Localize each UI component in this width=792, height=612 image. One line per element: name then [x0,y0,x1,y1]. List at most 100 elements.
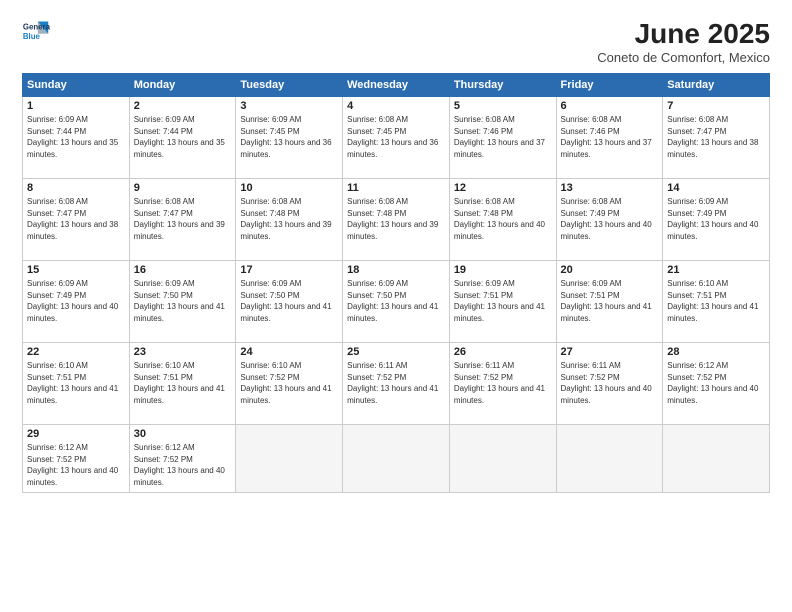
month-title: June 2025 [597,18,770,50]
day-number: 4 [347,100,445,112]
day-info: Sunrise: 6:09 AMSunset: 7:50 PMDaylight:… [134,278,232,324]
calendar-cell [663,425,770,493]
day-info: Sunrise: 6:09 AMSunset: 7:44 PMDaylight:… [134,114,232,160]
calendar-week-row: 29 Sunrise: 6:12 AMSunset: 7:52 PMDayligh… [23,425,770,493]
day-number: 21 [667,264,765,276]
calendar-cell: 12 Sunrise: 6:08 AMSunset: 7:48 PMDayligh… [449,179,556,261]
dow-header: Wednesday [343,74,450,97]
calendar-cell: 17 Sunrise: 6:09 AMSunset: 7:50 PMDayligh… [236,261,343,343]
day-number: 13 [561,182,659,194]
day-info: Sunrise: 6:10 AMSunset: 7:51 PMDaylight:… [27,360,125,406]
calendar-cell: 8Sunrise: 6:08 AMSunset: 7:47 PMDaylight… [23,179,130,261]
day-number: 23 [134,346,232,358]
day-number: 9 [134,182,232,194]
calendar-cell: 22 Sunrise: 6:10 AMSunset: 7:51 PMDayligh… [23,343,130,425]
calendar-cell: 28Sunrise: 6:12 AMSunset: 7:52 PMDayligh… [663,343,770,425]
day-number: 5 [454,100,552,112]
calendar-cell: 21 Sunrise: 6:10 AMSunset: 7:51 PMDayligh… [663,261,770,343]
day-number: 24 [240,346,338,358]
day-number: 1 [27,100,125,112]
day-info: Sunrise: 6:09 AMSunset: 7:49 PMDaylight:… [667,196,765,242]
day-number: 11 [347,182,445,194]
page: General Blue June 2025 Coneto de Comonfo… [0,0,792,612]
day-number: 7 [667,100,765,112]
day-number: 15 [27,264,125,276]
day-number: 29 [27,428,125,440]
title-block: June 2025 Coneto de Comonfort, Mexico [597,18,770,65]
logo-icon: General Blue [22,18,50,46]
day-info: Sunrise: 6:12 AMSunset: 7:52 PMDaylight:… [134,442,232,488]
calendar-cell: 11 Sunrise: 6:08 AMSunset: 7:48 PMDayligh… [343,179,450,261]
day-info: Sunrise: 6:09 AMSunset: 7:50 PMDaylight:… [240,278,338,324]
day-info: Sunrise: 6:09 AMSunset: 7:49 PMDaylight:… [27,278,125,324]
day-info: Sunrise: 6:08 AMSunset: 7:46 PMDaylight:… [454,114,552,160]
calendar-cell: 1 Sunrise: 6:09 AMSunset: 7:44 PMDaylight… [23,97,130,179]
day-number: 14 [667,182,765,194]
calendar-week-row: 22 Sunrise: 6:10 AMSunset: 7:51 PMDayligh… [23,343,770,425]
calendar-cell: 23 Sunrise: 6:10 AMSunset: 7:51 PMDayligh… [129,343,236,425]
calendar-cell: 25 Sunrise: 6:11 AMSunset: 7:52 PMDayligh… [343,343,450,425]
day-info: Sunrise: 6:09 AMSunset: 7:44 PMDaylight:… [27,114,125,160]
day-info: Sunrise: 6:12 AMSunset: 7:52 PMDaylight:… [667,360,765,406]
day-number: 12 [454,182,552,194]
calendar-cell: 3 Sunrise: 6:09 AMSunset: 7:45 PMDaylight… [236,97,343,179]
dow-header: Saturday [663,74,770,97]
day-info: Sunrise: 6:09 AMSunset: 7:51 PMDaylight:… [561,278,659,324]
days-of-week-row: SundayMondayTuesdayWednesdayThursdayFrid… [23,74,770,97]
day-info: Sunrise: 6:11 AMSunset: 7:52 PMDaylight:… [347,360,445,406]
calendar-cell: 5 Sunrise: 6:08 AMSunset: 7:46 PMDaylight… [449,97,556,179]
day-info: Sunrise: 6:11 AMSunset: 7:52 PMDaylight:… [454,360,552,406]
calendar-cell: 19 Sunrise: 6:09 AMSunset: 7:51 PMDayligh… [449,261,556,343]
day-number: 10 [240,182,338,194]
day-info: Sunrise: 6:11 AMSunset: 7:52 PMDaylight:… [561,360,659,406]
day-number: 3 [240,100,338,112]
day-info: Sunrise: 6:08 AMSunset: 7:46 PMDaylight:… [561,114,659,160]
calendar: SundayMondayTuesdayWednesdayThursdayFrid… [22,73,770,493]
day-number: 18 [347,264,445,276]
calendar-cell: 10 Sunrise: 6:08 AMSunset: 7:48 PMDayligh… [236,179,343,261]
day-number: 25 [347,346,445,358]
day-info: Sunrise: 6:08 AMSunset: 7:48 PMDaylight:… [347,196,445,242]
svg-text:Blue: Blue [23,32,41,41]
day-info: Sunrise: 6:09 AMSunset: 7:50 PMDaylight:… [347,278,445,324]
dow-header: Tuesday [236,74,343,97]
day-number: 17 [240,264,338,276]
calendar-cell: 30 Sunrise: 6:12 AMSunset: 7:52 PMDayligh… [129,425,236,493]
calendar-cell [449,425,556,493]
day-number: 30 [134,428,232,440]
calendar-cell: 26Sunrise: 6:11 AMSunset: 7:52 PMDayligh… [449,343,556,425]
day-info: Sunrise: 6:08 AMSunset: 7:47 PMDaylight:… [134,196,232,242]
location-title: Coneto de Comonfort, Mexico [597,50,770,65]
day-number: 16 [134,264,232,276]
day-number: 6 [561,100,659,112]
day-info: Sunrise: 6:10 AMSunset: 7:51 PMDaylight:… [134,360,232,406]
day-info: Sunrise: 6:08 AMSunset: 7:45 PMDaylight:… [347,114,445,160]
dow-header: Sunday [23,74,130,97]
calendar-cell [236,425,343,493]
day-info: Sunrise: 6:09 AMSunset: 7:51 PMDaylight:… [454,278,552,324]
dow-header: Friday [556,74,663,97]
calendar-cell: 16 Sunrise: 6:09 AMSunset: 7:50 PMDayligh… [129,261,236,343]
day-info: Sunrise: 6:08 AMSunset: 7:47 PMDaylight:… [667,114,765,160]
calendar-cell: 29 Sunrise: 6:12 AMSunset: 7:52 PMDayligh… [23,425,130,493]
day-number: 8 [27,182,125,194]
day-info: Sunrise: 6:09 AMSunset: 7:45 PMDaylight:… [240,114,338,160]
calendar-cell: 6 Sunrise: 6:08 AMSunset: 7:46 PMDaylight… [556,97,663,179]
calendar-cell: 14 Sunrise: 6:09 AMSunset: 7:49 PMDayligh… [663,179,770,261]
header: General Blue June 2025 Coneto de Comonfo… [22,18,770,65]
day-number: 2 [134,100,232,112]
day-info: Sunrise: 6:10 AMSunset: 7:51 PMDaylight:… [667,278,765,324]
day-info: Sunrise: 6:08 AMSunset: 7:48 PMDaylight:… [240,196,338,242]
calendar-cell: 24 Sunrise: 6:10 AMSunset: 7:52 PMDayligh… [236,343,343,425]
day-info: Sunrise: 6:12 AMSunset: 7:52 PMDaylight:… [27,442,125,488]
day-info: Sunrise: 6:08 AMSunset: 7:49 PMDaylight:… [561,196,659,242]
day-info: Sunrise: 6:08 AMSunset: 7:48 PMDaylight:… [454,196,552,242]
day-number: 22 [27,346,125,358]
calendar-cell: 9 Sunrise: 6:08 AMSunset: 7:47 PMDaylight… [129,179,236,261]
dow-header: Monday [129,74,236,97]
calendar-cell: 2 Sunrise: 6:09 AMSunset: 7:44 PMDaylight… [129,97,236,179]
day-number: 19 [454,264,552,276]
day-info: Sunrise: 6:10 AMSunset: 7:52 PMDaylight:… [240,360,338,406]
svg-text:General: General [23,22,50,31]
day-number: 27 [561,346,659,358]
